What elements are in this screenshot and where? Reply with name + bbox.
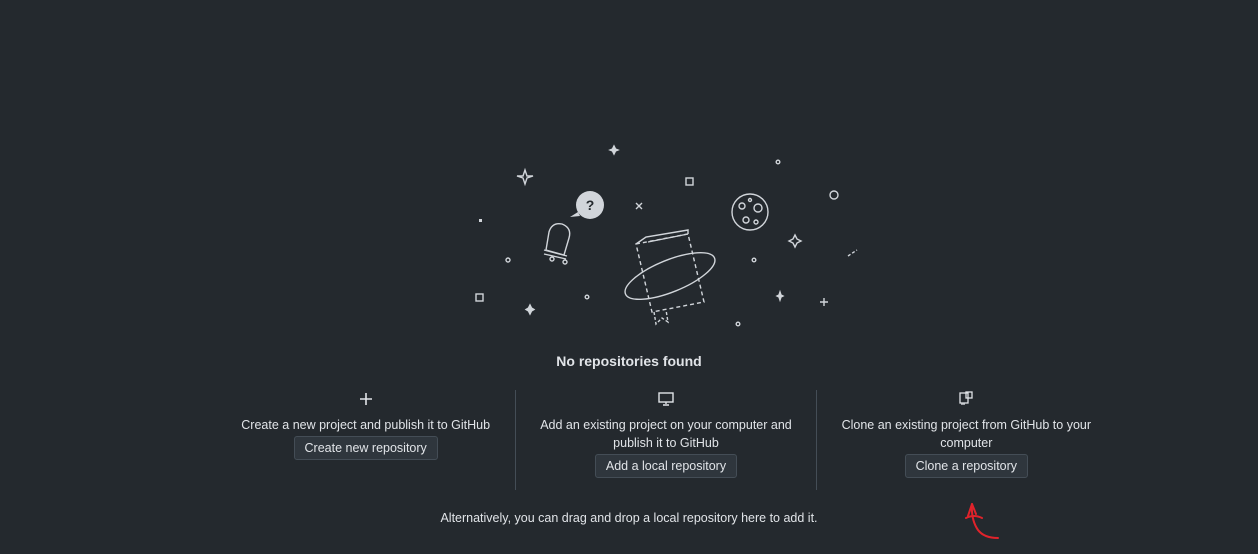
- desktop-icon: [657, 390, 675, 408]
- sparkle-icon: [608, 144, 620, 156]
- plus-mark-icon: [820, 298, 828, 306]
- sparkle-icon: [775, 289, 785, 303]
- clone-repository-description: Clone an existing project from GitHub to…: [841, 418, 1092, 450]
- moon-icon: [731, 193, 769, 231]
- x-mark-icon: [635, 202, 643, 210]
- telescope-icon: [543, 222, 571, 265]
- create-new-repository-button[interactable]: Create new repository: [293, 436, 438, 460]
- svg-text:?: ?: [586, 197, 595, 213]
- drag-drop-hint: Alternatively, you can drag and drop a l…: [440, 511, 818, 525]
- add-local-repository-button[interactable]: Add a local repository: [594, 454, 738, 478]
- red-arrow-annotation: [965, 503, 999, 539]
- plus-icon: [357, 390, 375, 408]
- add-local-repository-description: Add an existing project on your computer…: [540, 418, 792, 450]
- clone-repository-button[interactable]: Clone a repository: [904, 454, 1029, 478]
- empty-repositories-view: ? No repositories found Create a new pro…: [0, 0, 1258, 554]
- sparkle-icon: [524, 303, 536, 316]
- sparkle-icon: [516, 167, 534, 187]
- space-illustration: ?: [475, 144, 858, 327]
- square-star-icon: [685, 177, 694, 186]
- add-local-repository-panel: Add an existing project on your computer…: [515, 390, 815, 490]
- actions-row: Create a new project and publish it to G…: [216, 390, 1116, 490]
- create-repository-description: Create a new project and publish it to G…: [241, 418, 491, 432]
- square-star-icon: [475, 293, 484, 302]
- sparkle-icon: [787, 233, 803, 249]
- clone-repository-panel: Clone an existing project from GitHub to…: [815, 390, 1116, 490]
- create-repository-panel: Create a new project and publish it to G…: [216, 390, 515, 490]
- repo-clone-icon: [957, 390, 975, 408]
- book-planet-icon: [624, 229, 716, 326]
- empty-state-title: No repositories found: [556, 353, 702, 369]
